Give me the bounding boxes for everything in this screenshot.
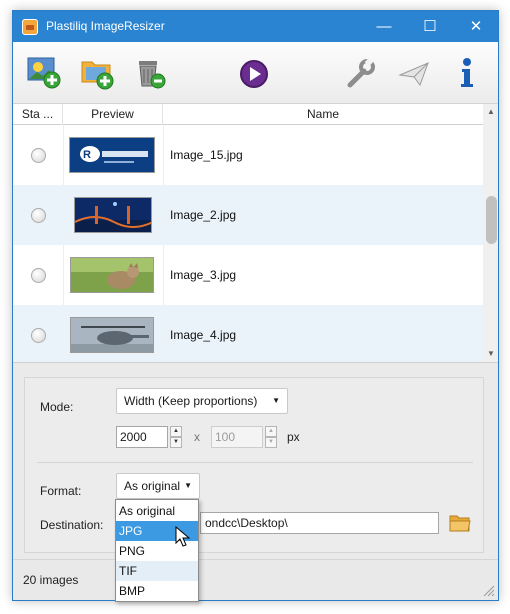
- vertical-scrollbar[interactable]: ▲ ▼: [483, 104, 498, 362]
- status-radio[interactable]: [31, 268, 46, 283]
- height-stepper: ▲ ▼: [265, 426, 277, 448]
- column-name[interactable]: Name: [163, 104, 483, 125]
- times-label: x: [194, 430, 200, 444]
- mode-select[interactable]: Width (Keep proportions) ▼: [116, 388, 288, 414]
- table-row[interactable]: Image_4.jpg: [13, 305, 483, 362]
- settings-panel: Mode: Width (Keep proportions) ▼ 2000 ▲ …: [13, 362, 498, 559]
- resize-grip-icon[interactable]: [483, 585, 495, 597]
- height-input: 100: [211, 426, 263, 448]
- decrement-arrow-icon: ▼: [265, 437, 277, 448]
- width-input[interactable]: 2000: [116, 426, 168, 448]
- minimize-button[interactable]: —: [361, 11, 407, 42]
- file-name: Image_3.jpg: [170, 268, 237, 282]
- status-radio[interactable]: [31, 208, 46, 223]
- table-row[interactable]: Image_3.jpg: [13, 245, 483, 305]
- app-window: Plastiliq ImageResizer — ☐ ✕ Sta ... Pre…: [12, 10, 499, 601]
- grid-rows: R Image_15.jpg Image_2.jpg Image_3.jpg I…: [13, 125, 483, 362]
- app-icon: [22, 19, 38, 35]
- toolbar: [13, 42, 498, 104]
- add-image-icon: [27, 57, 61, 89]
- settings-button[interactable]: [341, 54, 381, 94]
- add-folder-icon: [81, 61, 114, 90]
- add-folder-button[interactable]: [78, 54, 118, 94]
- grid-header: Sta ... Preview Name: [13, 104, 483, 125]
- width-stepper[interactable]: ▲ ▼: [170, 426, 182, 448]
- mouse-pointer-icon: [175, 526, 191, 547]
- image-count: 20 images: [23, 573, 79, 587]
- format-label: Format:: [40, 484, 82, 498]
- maximize-button[interactable]: ☐: [407, 11, 453, 42]
- unit-label: px: [287, 430, 300, 444]
- increment-arrow-icon: ▲: [265, 426, 277, 437]
- thumbnail-raymond-logo: R: [69, 137, 155, 173]
- format-option-as-original[interactable]: As original: [116, 501, 198, 521]
- chevron-down-icon: ▼: [184, 481, 192, 490]
- chevron-down-icon: ▼: [272, 396, 280, 405]
- thumbnail-helicopter: [70, 317, 154, 353]
- start-button[interactable]: [234, 54, 274, 94]
- table-row[interactable]: R Image_15.jpg: [13, 125, 483, 185]
- decrement-arrow-icon[interactable]: ▼: [170, 437, 182, 448]
- settings-group: Mode: Width (Keep proportions) ▼ 2000 ▲ …: [24, 377, 484, 553]
- file-name: Image_15.jpg: [170, 148, 243, 162]
- scroll-up-arrow-icon[interactable]: ▲: [483, 104, 498, 120]
- play-icon: [240, 60, 268, 88]
- send-button[interactable]: [395, 54, 435, 94]
- svg-text:R: R: [83, 149, 91, 161]
- divider: [37, 462, 473, 463]
- destination-label: Destination:: [40, 518, 104, 532]
- settings-wrench-icon: [347, 57, 375, 88]
- mode-value: Width (Keep proportions): [124, 394, 258, 408]
- file-name: Image_2.jpg: [170, 208, 237, 222]
- format-option-bmp[interactable]: BMP: [116, 581, 198, 601]
- scrollbar-thumb[interactable]: [486, 196, 497, 244]
- status-radio[interactable]: [31, 148, 46, 163]
- status-bar: 20 images: [13, 559, 498, 600]
- thumbnail-bridge-night: [74, 197, 152, 233]
- status-radio[interactable]: [31, 328, 46, 343]
- mode-label: Mode:: [40, 400, 74, 414]
- title-bar: Plastiliq ImageResizer — ☐ ✕: [13, 11, 498, 42]
- file-name: Image_4.jpg: [170, 328, 237, 342]
- info-icon: [461, 58, 473, 87]
- send-icon: [398, 62, 429, 87]
- table-row[interactable]: Image_2.jpg: [13, 185, 483, 245]
- window-title: Plastiliq ImageResizer: [46, 19, 165, 33]
- browse-folder-icon[interactable]: [449, 513, 471, 533]
- add-image-button[interactable]: [25, 54, 65, 94]
- destination-field[interactable]: ondcc\Desktop\: [200, 512, 439, 534]
- column-preview[interactable]: Preview: [63, 104, 163, 125]
- format-dropdown-list: As original JPG PNG TIF BMP: [115, 499, 199, 602]
- image-grid: Sta ... Preview Name R Image_15.jpg Imag…: [13, 104, 498, 362]
- increment-arrow-icon[interactable]: ▲: [170, 426, 182, 437]
- info-button[interactable]: [447, 54, 487, 94]
- close-button[interactable]: ✕: [453, 11, 498, 42]
- column-status[interactable]: Sta ...: [13, 104, 63, 125]
- format-value: As original: [124, 479, 181, 493]
- scroll-down-arrow-icon[interactable]: ▼: [483, 346, 498, 362]
- remove-icon: [139, 61, 166, 89]
- format-option-tif[interactable]: TIF: [116, 561, 198, 581]
- format-select[interactable]: As original ▼: [116, 473, 200, 499]
- thumbnail-cat-grass: [70, 257, 154, 293]
- remove-button[interactable]: [131, 54, 171, 94]
